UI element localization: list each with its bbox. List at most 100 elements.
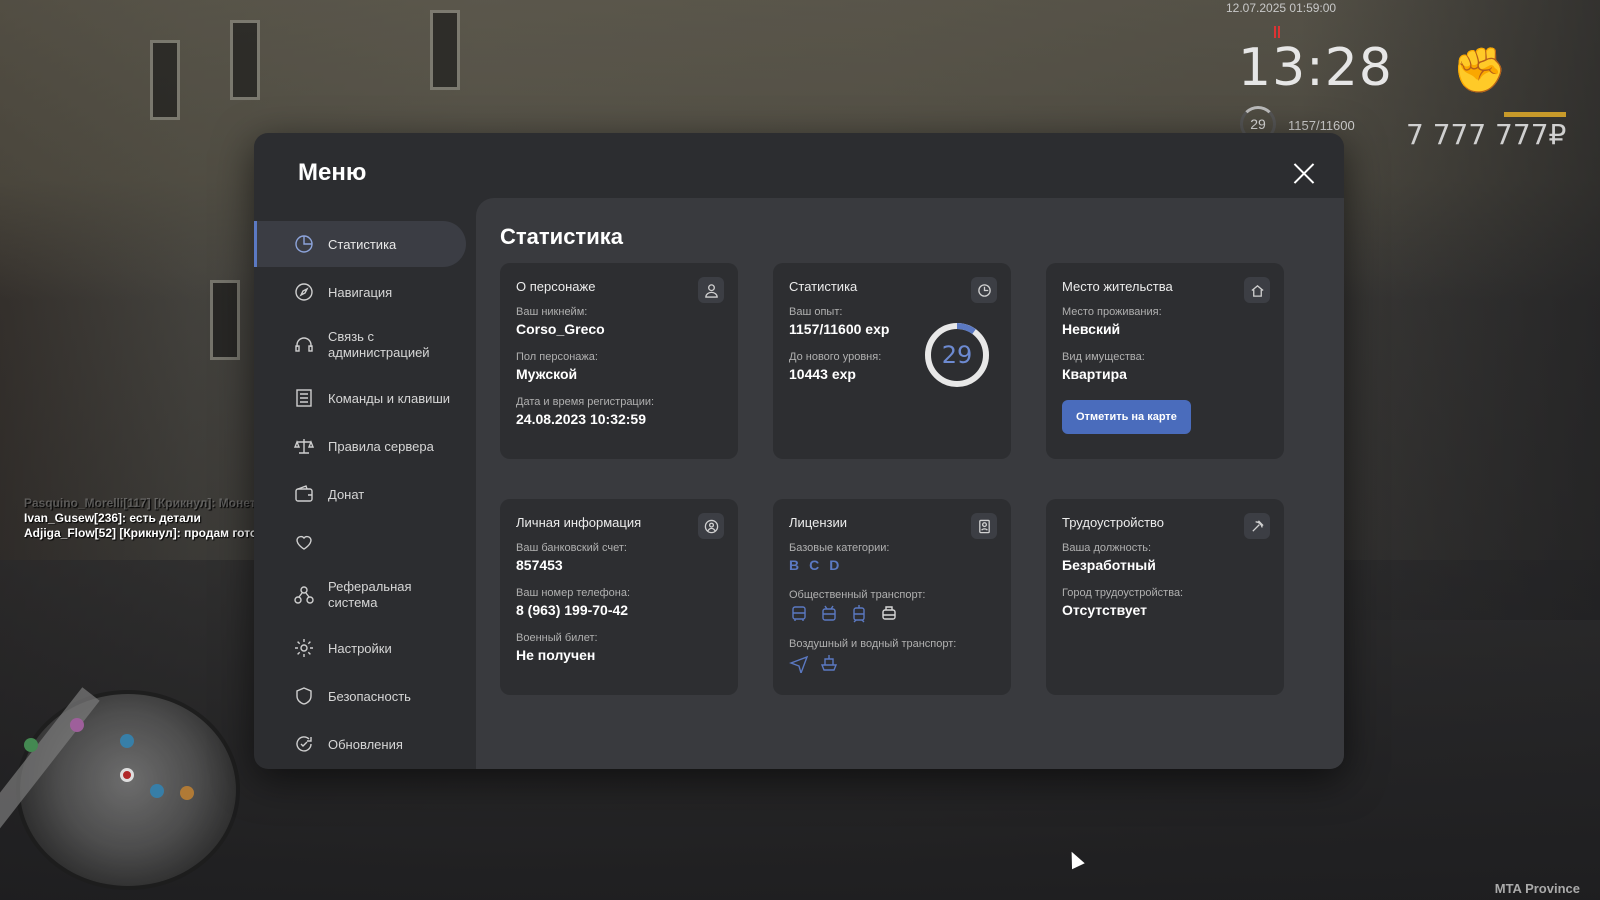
wallet-icon xyxy=(294,484,314,504)
hud-health-bar xyxy=(1504,112,1566,117)
property-type-value: Квартира xyxy=(1062,366,1127,382)
sidebar-item-donate[interactable]: Донат xyxy=(254,471,478,517)
sidebar-item-label: Обновления xyxy=(328,736,403,752)
sidebar-item-hidden[interactable] xyxy=(254,519,478,565)
content-panel: Статистика О персонаже Ваш никнейм: Cors… xyxy=(476,198,1344,769)
nick-value: Corso_Greco xyxy=(516,321,605,337)
sidebar-item-admin-contact[interactable]: Связь с администрацией xyxy=(254,317,478,373)
hud-exp: 1157/11600 xyxy=(1288,118,1355,133)
headset-icon xyxy=(294,335,314,355)
home-icon xyxy=(1244,277,1270,303)
minimap-marker xyxy=(24,738,38,752)
fist-icon: ✊ xyxy=(1452,46,1507,95)
sidebar-item-rules[interactable]: Правила сервера xyxy=(254,423,478,469)
trolleybus-icon xyxy=(822,605,836,621)
sidebar-item-label: Правила сервера xyxy=(328,438,434,454)
pickaxe-icon xyxy=(1244,513,1270,539)
gear-icon xyxy=(294,638,314,658)
building-window xyxy=(430,10,460,90)
card-licenses: Лицензии Базовые категории: B C D Общест… xyxy=(773,499,1011,695)
reg-value: 24.08.2023 10:32:59 xyxy=(516,411,646,427)
user-icon xyxy=(698,277,724,303)
hud-money: 7 777 777₽ xyxy=(1406,118,1567,151)
reg-label: Дата и время регистрации: xyxy=(516,396,655,408)
license-categories: B C D xyxy=(789,557,995,573)
sidebar-item-navigation[interactable]: Навигация xyxy=(254,269,478,315)
military-label: Военный билет: xyxy=(516,632,598,644)
public-transport-label: Общественный транспорт: xyxy=(789,589,926,601)
card-title: Место жительства xyxy=(1062,279,1173,294)
nick-label: Ваш никнейм: xyxy=(516,306,588,318)
id-card-icon xyxy=(971,513,997,539)
sidebar-item-label: Команды и клавиши xyxy=(328,390,451,406)
bank-value: 857453 xyxy=(516,557,563,573)
card-title: Трудоустройство xyxy=(1062,515,1165,530)
sidebar-item-label: Навигация xyxy=(328,284,393,300)
minimap-marker xyxy=(120,734,134,748)
sidebar-item-statistics[interactable]: Статистика xyxy=(254,221,466,267)
heart-icon xyxy=(294,532,314,552)
card-residence: Место жительства Место проживания: Невск… xyxy=(1046,263,1284,459)
category-c: C xyxy=(809,557,820,573)
sidebar-item-label: Безопасность xyxy=(328,688,411,704)
building-window xyxy=(150,40,180,120)
menu-modal: Меню Статистика Навигация Связь с админи… xyxy=(254,133,1344,769)
place-value: Невский xyxy=(1062,321,1121,337)
mark-on-map-button[interactable]: Отметить на карте xyxy=(1062,400,1191,434)
category-d: D xyxy=(829,557,840,573)
tram-icon xyxy=(853,605,865,623)
card-personal-info: Личная информация Ваш банковский счет: 8… xyxy=(500,499,738,695)
refresh-icon xyxy=(294,734,314,754)
card-employment: Трудоустройство Ваша должность: Безработ… xyxy=(1046,499,1284,695)
clock-icon xyxy=(971,277,997,303)
building-window xyxy=(230,20,260,100)
minimap-marker xyxy=(150,784,164,798)
hud-indicator xyxy=(1274,26,1280,38)
job-city-label: Город трудоустройства: xyxy=(1062,587,1184,599)
sidebar-item-label: Статистика xyxy=(328,236,397,252)
minimap xyxy=(0,687,240,890)
level-value: 29 xyxy=(941,341,973,369)
card-character: О персонаже Ваш никнейм: Corso_Greco Пол… xyxy=(500,263,738,459)
exp-label: Ваш опыт: xyxy=(789,306,843,318)
base-categories-label: Базовые категории: xyxy=(789,542,890,554)
property-type-label: Вид имущества: xyxy=(1062,351,1145,363)
sidebar-item-security[interactable]: Безопасность xyxy=(254,673,478,719)
minimap-marker xyxy=(70,718,84,732)
sidebar-item-referral[interactable]: Реферальная система xyxy=(254,567,478,623)
job-city-value: Отсутствует xyxy=(1062,602,1147,618)
hud-level: 29 xyxy=(1250,116,1266,132)
user-circle-icon xyxy=(698,513,724,539)
position-label: Ваша должность: xyxy=(1062,542,1152,554)
gender-value: Мужской xyxy=(516,366,578,382)
air-water-transport-icons xyxy=(789,653,995,673)
minimap-marker xyxy=(180,786,194,800)
card-title: Статистика xyxy=(789,279,858,294)
bank-label: Ваш банковский счет: xyxy=(516,542,627,554)
building-window xyxy=(210,280,240,360)
list-icon xyxy=(294,388,314,408)
scales-icon xyxy=(294,436,314,456)
gender-label: Пол персонажа: xyxy=(516,351,598,363)
airplane-icon xyxy=(789,655,809,673)
close-button[interactable] xyxy=(1290,159,1318,187)
hud-datetime: 12.07.2025 01:59:00 xyxy=(1226,1,1337,15)
sidebar-item-commands[interactable]: Команды и клавиши xyxy=(254,375,478,421)
air-water-transport-label: Воздушный и водный транспорт: xyxy=(789,638,957,650)
sidebar-item-label: Реферальная система xyxy=(328,579,412,610)
watermark: MTA Province xyxy=(1494,881,1580,896)
public-transport-icons xyxy=(789,604,995,624)
pie-chart-icon xyxy=(294,234,314,254)
position-value: Безработный xyxy=(1062,557,1156,573)
hud-time: 13:28 xyxy=(1238,38,1393,98)
card-title: Личная информация xyxy=(516,515,642,530)
bus-icon xyxy=(792,606,806,621)
sidebar-item-updates[interactable]: Обновления xyxy=(254,721,478,767)
network-icon xyxy=(294,585,314,605)
sidebar-item-label: Связь с администрацией xyxy=(328,329,430,360)
sidebar-item-label: Донат xyxy=(328,486,365,502)
player-marker xyxy=(120,768,134,782)
card-title: Лицензии xyxy=(789,515,847,530)
sidebar-item-settings[interactable]: Настройки xyxy=(254,625,478,671)
sidebar: Статистика Навигация Связь с администрац… xyxy=(254,221,478,769)
